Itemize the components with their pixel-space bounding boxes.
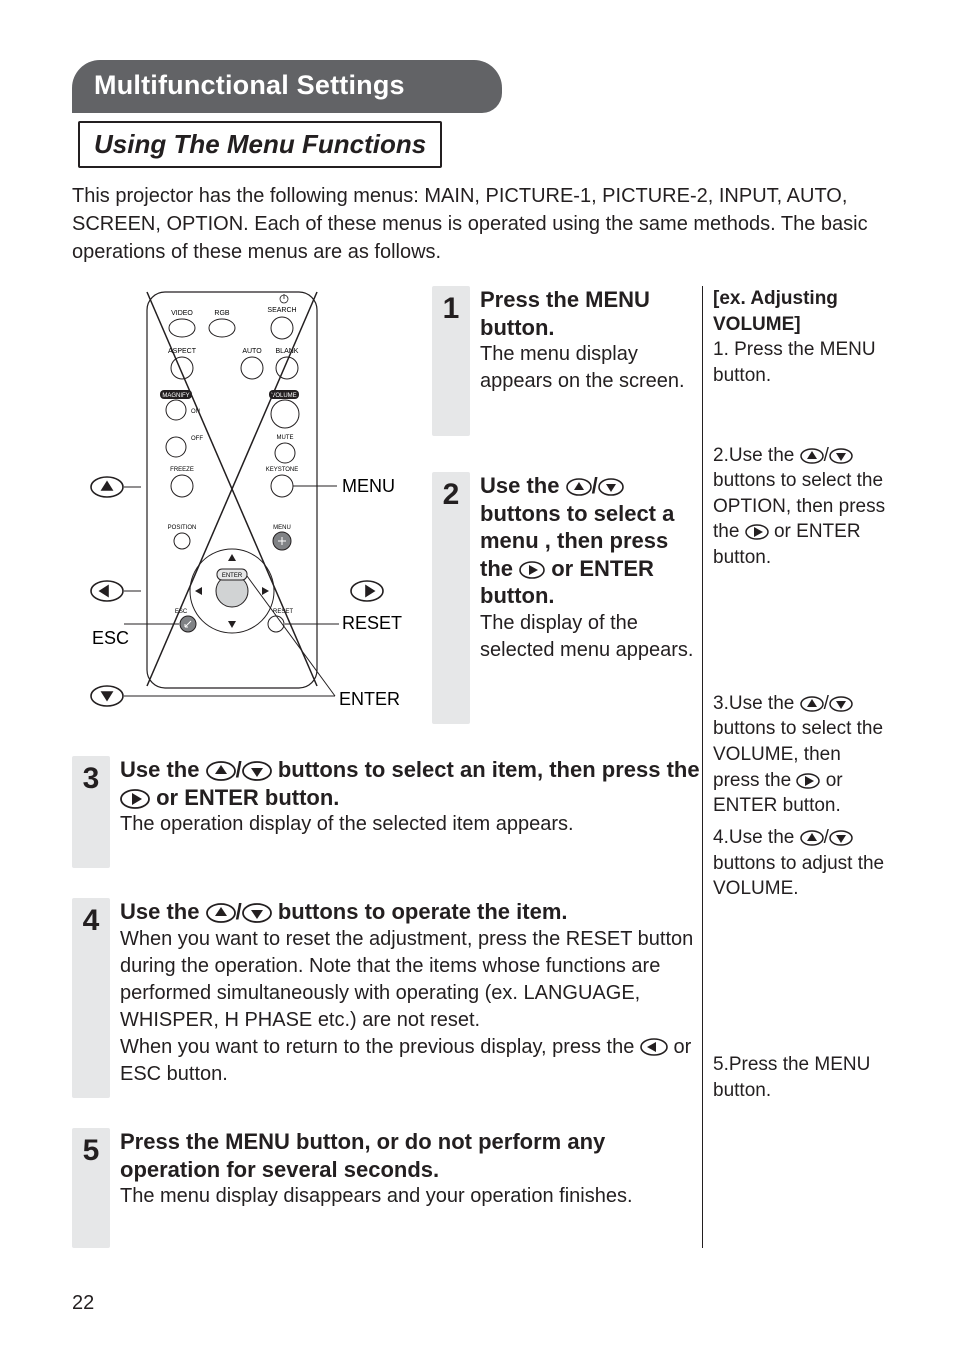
remote-btn-blank: BLANK: [276, 348, 299, 355]
example-step-4: 4.Use the / buttons to adjust the VOLUME…: [713, 825, 892, 902]
step-5-title: Press the MENU button, or do not perform…: [120, 1128, 702, 1183]
right-icon: [796, 773, 820, 789]
remote-btn-volume: VOLUME: [271, 393, 296, 399]
step-2-number: 2: [432, 472, 470, 724]
remote-btn-keystone: KEYSTONE: [266, 467, 299, 473]
step-3: 3 Use the / buttons to select an item, t…: [72, 756, 702, 868]
down-icon: [829, 696, 853, 712]
step-4-desc-a: When you want to reset the adjustment, p…: [120, 926, 702, 1034]
example-step-3: 3.Use the / buttons to select the VOLUME…: [713, 691, 892, 819]
remote-label-reset: RESET: [342, 613, 402, 633]
step-3-desc: The operation display of the selected it…: [120, 811, 702, 838]
remote-btn-search: SEARCH: [267, 307, 296, 314]
step-5-number: 5: [72, 1128, 110, 1248]
down-icon: [242, 903, 272, 923]
up-icon: [800, 830, 824, 846]
step-4-title: Use the / buttons to operate the item.: [120, 898, 702, 926]
down-icon: [598, 478, 624, 496]
remote-btn-position: POSITION: [168, 525, 197, 531]
step-3-number: 3: [72, 756, 110, 868]
section-subtitle: Using The Menu Functions: [94, 129, 426, 159]
right-icon: [745, 524, 769, 540]
remote-btn-video: VIDEO: [171, 310, 193, 317]
down-icon: [829, 830, 853, 846]
remote-btn-esc: ESC: [175, 609, 188, 615]
right-icon: [519, 561, 545, 579]
step-1-desc: The menu display appears on the screen.: [480, 341, 702, 395]
remote-btn-off: OFF: [191, 436, 203, 442]
remote-btn-enter: ENTER: [222, 573, 243, 579]
up-icon: [206, 903, 236, 923]
remote-btn-magnify: MAGNIFY: [162, 393, 189, 399]
step-2-title: Use the / buttons to select a menu , the…: [480, 472, 702, 610]
remote-label-menu: MENU: [342, 476, 395, 496]
step-1: 1 Press the MENU button. The menu displa…: [432, 286, 702, 436]
remote-label-esc: ESC: [92, 628, 129, 648]
remote-btn-reset: RESET: [273, 609, 293, 615]
example-header: [ex. Adjusting VOLUME]: [713, 286, 892, 337]
step-3-title: Use the / buttons to select an item, the…: [120, 756, 702, 811]
remote-btn-rgb: RGB: [214, 310, 230, 317]
up-icon: [800, 448, 824, 464]
down-icon: [242, 761, 272, 781]
remote-btn-freeze: FREEZE: [170, 467, 194, 473]
left-icon: [640, 1038, 668, 1056]
intro-paragraph: This projector has the following menus: …: [72, 182, 894, 266]
step-4: 4 Use the / buttons to operate the item.…: [72, 898, 702, 1098]
step-2-desc: The display of the selected menu appears…: [480, 610, 702, 664]
up-icon: [206, 761, 236, 781]
remote-btn-auto: AUTO: [242, 348, 262, 355]
section-subtitle-box: Using The Menu Functions: [78, 121, 442, 168]
remote-btn-menu: MENU: [273, 525, 291, 531]
step-5-desc: The menu display disappears and your ope…: [120, 1183, 702, 1210]
section-title: Multifunctional Settings: [94, 70, 405, 100]
right-icon: [120, 789, 150, 809]
step-1-number: 1: [432, 286, 470, 436]
remote-diagram: VIDEO RGB SEARCH ASPECT AUTO BLANK MAGNI…: [72, 286, 432, 726]
section-title-bar: Multifunctional Settings: [72, 60, 502, 113]
example-step-2: 2.Use the / buttons to select the OPTION…: [713, 443, 892, 571]
step-2: 2 Use the / buttons to select a menu , t…: [432, 472, 702, 724]
step-4-desc-b: When you want to return to the previous …: [120, 1034, 702, 1088]
down-icon: [829, 448, 853, 464]
up-icon: [800, 696, 824, 712]
example-step-1: 1. Press the MENU button.: [713, 337, 892, 388]
remote-label-enter: ENTER: [339, 689, 400, 709]
step-4-number: 4: [72, 898, 110, 1098]
page-number: 22: [72, 1292, 94, 1315]
step-1-title: Press the MENU button.: [480, 286, 702, 341]
remote-btn-mute: MUTE: [277, 435, 294, 441]
step-5: 5 Press the MENU button, or do not perfo…: [72, 1128, 702, 1248]
example-step-5: 5.Press the MENU button.: [713, 1052, 892, 1103]
up-icon: [566, 478, 592, 496]
example-column: [ex. Adjusting VOLUME] 1. Press the MENU…: [702, 286, 892, 1248]
